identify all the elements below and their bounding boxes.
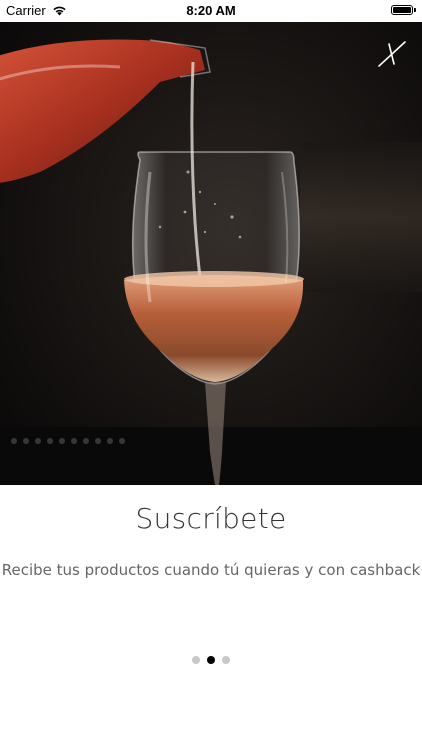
page-indicator [0, 656, 422, 664]
battery-tip [414, 8, 416, 12]
onboarding-subtitle: Recibe tus productos cuando tú quieras y… [1, 561, 421, 579]
status-bar: Carrier 8:20 AM [0, 0, 422, 22]
page-dot-3[interactable] [222, 656, 230, 664]
hero-image [0, 22, 422, 485]
onboarding-title: Suscríbete [135, 502, 287, 535]
battery-level-fill [393, 7, 411, 13]
battery-icon [391, 5, 413, 15]
page-dot-2[interactable] [207, 656, 215, 664]
page-dot-1[interactable] [192, 656, 200, 664]
clock-time: 8:20 AM [186, 3, 236, 18]
wine-pour-illustration [0, 22, 422, 485]
close-icon[interactable] [376, 38, 408, 70]
